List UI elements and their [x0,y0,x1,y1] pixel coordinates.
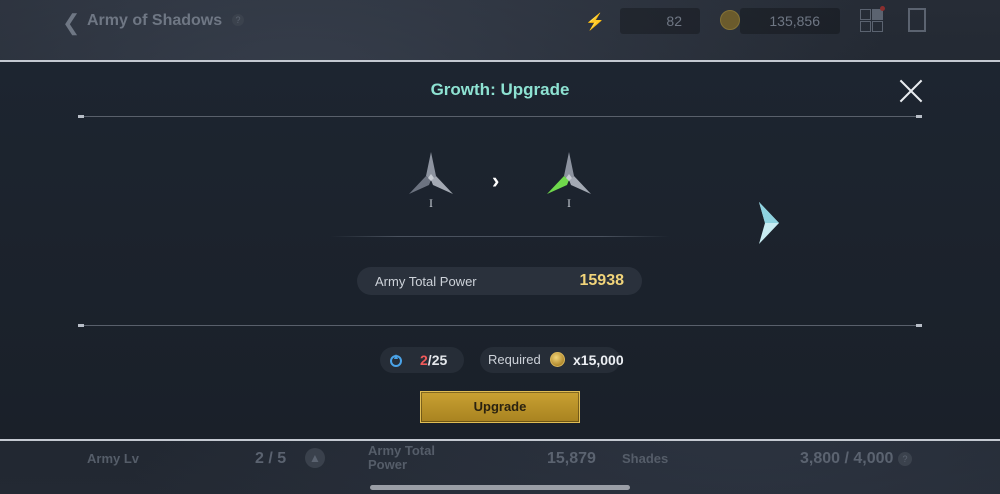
gold-coin-icon [550,352,565,367]
army-power-row: Army Total Power 15938 [357,267,642,295]
power-label: Army Total Power [375,274,477,289]
gold-coin-icon [720,10,740,30]
current-level: I [429,196,433,210]
footer-power-label: Army Total Power [368,443,435,472]
material-counter[interactable]: 2/25 [380,347,464,373]
footer-power-value: 15,879 [547,450,596,467]
upgrade-button[interactable]: Upgrade [420,391,580,423]
exit-door-icon[interactable] [908,8,926,32]
next-emblem: I [543,150,595,210]
energy-icon: ⚡ [585,14,605,31]
grid-menu-icon[interactable] [860,9,883,32]
notification-dot [880,6,885,11]
army-lv-value: 2 / 5 [255,450,287,467]
required-cost: Required x15,000 [480,347,624,373]
upgrade-modal: Growth: Upgrade I › I Army Total Power 1 [0,60,1000,441]
top-divider [78,115,922,118]
footer-help-icon[interactable]: ? [898,452,912,466]
chevron-right-icon: › [492,168,500,193]
close-icon[interactable] [898,78,924,104]
blue-flame-icon [390,354,402,367]
next-arrow-icon[interactable] [755,200,781,246]
level-up-icon[interactable]: ▲ [305,448,325,468]
next-level: I [567,196,571,210]
energy-value: 82 [666,13,682,29]
material-required: 25 [431,352,448,368]
help-icon[interactable]: ? [232,14,244,26]
shades-value: 3,800 / 4,000 [800,450,894,467]
shades-label: Shades [622,451,669,466]
required-label: Required [488,352,541,367]
home-indicator [370,485,630,490]
tri-blade-emblem-icon [409,152,453,194]
screen-title: Army of Shadows [87,12,223,29]
material-current: 2 [420,352,428,368]
army-lv-label: Army Lv [87,451,140,466]
material-count: 2/25 [420,352,447,368]
tri-blade-emblem-upgraded-icon [547,152,591,194]
power-value: 15938 [579,272,625,289]
bottom-divider [78,324,922,327]
modal-title: Growth: Upgrade [430,80,570,99]
required-amount: x15,000 [573,352,624,368]
energy-counter[interactable]: 82 [620,8,700,34]
section-divider [330,236,670,237]
back-chevron-icon[interactable]: ❮ [62,10,80,36]
current-emblem: I [405,150,457,210]
gold-counter[interactable]: 135,856 [740,8,840,34]
gold-value: 135,856 [769,13,820,29]
